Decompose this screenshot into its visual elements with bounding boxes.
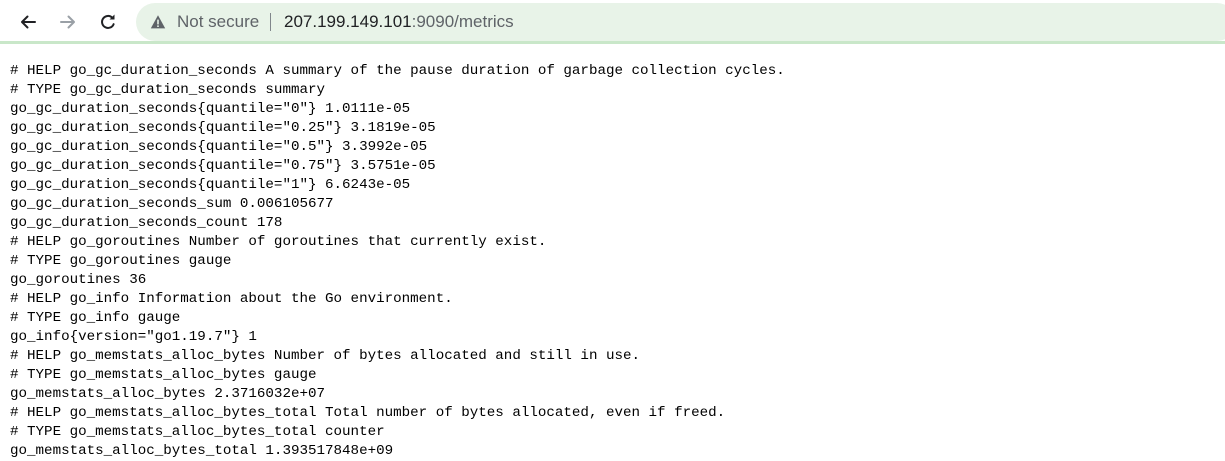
metrics-line: # TYPE go_memstats_alloc_bytes gauge bbox=[10, 367, 317, 383]
metrics-line: # HELP go_gc_duration_seconds A summary … bbox=[10, 63, 785, 79]
metrics-line: # TYPE go_goroutines gauge bbox=[10, 253, 232, 269]
metrics-line: # TYPE go_memstats_alloc_bytes_total cou… bbox=[10, 424, 385, 440]
metrics-line: # HELP go_goroutines Number of goroutine… bbox=[10, 234, 547, 250]
metrics-line: go_gc_duration_seconds{quantile="0"} 1.0… bbox=[10, 101, 411, 117]
metrics-line: go_gc_duration_seconds{quantile="1"} 6.6… bbox=[10, 177, 411, 193]
metrics-line: # HELP go_memstats_alloc_bytes_total Tot… bbox=[10, 405, 726, 421]
reload-icon bbox=[101, 14, 115, 29]
metrics-line: go_gc_duration_seconds{quantile="0.25"} … bbox=[10, 120, 436, 136]
metrics-text-output: # HELP go_gc_duration_seconds A summary … bbox=[10, 62, 1215, 461]
metrics-line: go_gc_duration_seconds{quantile="0.5"} 3… bbox=[10, 139, 428, 155]
browser-toolbar: Not secure 207.199.149.101:9090/metrics bbox=[0, 0, 1225, 44]
url-host: 207.199.149.101 bbox=[284, 12, 412, 31]
warning-triangle-icon[interactable] bbox=[150, 14, 166, 30]
forward-button[interactable] bbox=[52, 6, 84, 38]
address-divider bbox=[270, 13, 271, 31]
url-text[interactable]: 207.199.149.101:9090/metrics bbox=[284, 12, 514, 32]
metrics-line: go_info{version="go1.19.7"} 1 bbox=[10, 329, 257, 345]
metrics-line: go_goroutines 36 bbox=[10, 272, 147, 288]
metrics-line: # TYPE go_gc_duration_seconds summary bbox=[10, 82, 326, 98]
reload-button[interactable] bbox=[92, 6, 124, 38]
metrics-line: # HELP go_info Information about the Go … bbox=[10, 291, 453, 307]
address-bar[interactable]: Not secure 207.199.149.101:9090/metrics bbox=[136, 3, 1225, 41]
metrics-line: go_gc_duration_seconds{quantile="0.75"} … bbox=[10, 158, 436, 174]
metrics-line: go_memstats_alloc_bytes 2.3716032e+07 bbox=[10, 386, 326, 402]
back-button[interactable] bbox=[12, 6, 44, 38]
metrics-line: go_memstats_alloc_bytes_total 1.39351784… bbox=[10, 443, 394, 459]
security-label[interactable]: Not secure bbox=[177, 12, 259, 32]
metrics-line: go_gc_duration_seconds_sum 0.006105677 bbox=[10, 196, 334, 212]
metrics-line: # HELP go_memstats_alloc_bytes Number of… bbox=[10, 348, 641, 364]
url-path: :9090/metrics bbox=[411, 12, 514, 31]
metrics-line: go_gc_duration_seconds_count 178 bbox=[10, 215, 283, 231]
arrow-left-icon bbox=[21, 15, 36, 29]
metrics-line: # TYPE go_info gauge bbox=[10, 310, 181, 326]
arrow-right-icon bbox=[60, 15, 75, 29]
